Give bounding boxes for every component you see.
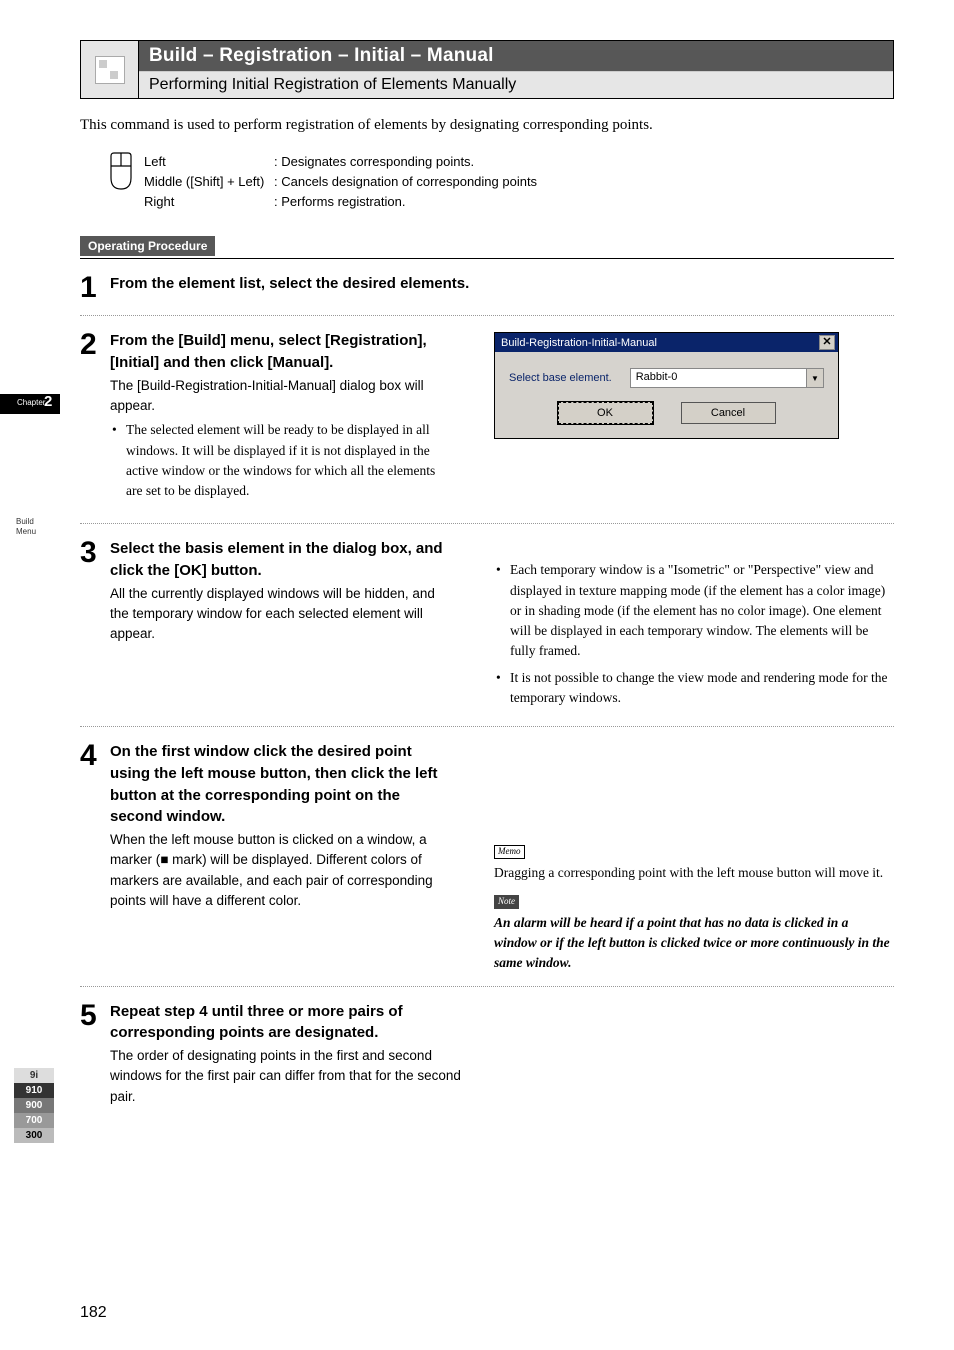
series-700: 700 bbox=[14, 1113, 54, 1128]
step-2-number: 2 bbox=[80, 330, 110, 501]
close-icon[interactable]: ✕ bbox=[819, 335, 835, 350]
header-icon bbox=[81, 41, 139, 98]
intro-text: This command is used to perform registra… bbox=[80, 117, 894, 134]
chevron-down-icon[interactable]: ▼ bbox=[806, 369, 823, 387]
step-2-title: From the [Build] menu, select [Registrat… bbox=[110, 330, 450, 374]
step-1-title: From the element list, select the desire… bbox=[110, 273, 480, 295]
mouse-left-desc: : Designates corresponding points. bbox=[274, 152, 474, 172]
series-910: 910 bbox=[14, 1083, 54, 1098]
mouse-middle-desc: : Cancels designation of corresponding p… bbox=[274, 172, 537, 192]
ok-button[interactable]: OK bbox=[558, 402, 653, 424]
mouse-right-desc: : Performs registration. bbox=[274, 192, 406, 212]
step-2: 2 From the [Build] menu, select [Registr… bbox=[80, 330, 450, 501]
step-2-bullet: The selected element will be ready to be… bbox=[110, 420, 450, 501]
step-3-number: 3 bbox=[80, 538, 110, 644]
page-number: 182 bbox=[80, 1304, 107, 1322]
divider bbox=[80, 258, 894, 259]
series-9i: 9i bbox=[14, 1068, 54, 1083]
step-4: 4 On the first window click the desired … bbox=[80, 741, 450, 911]
dotted-divider bbox=[80, 315, 894, 316]
memo-text: Dragging a corresponding point with the … bbox=[494, 863, 894, 883]
header-title: Build – Registration – Initial – Manual bbox=[139, 41, 893, 71]
step-3-right-bullet-1: Each temporary window is a "Isometric" o… bbox=[494, 560, 894, 661]
sidebar-build: Build bbox=[16, 517, 36, 527]
build-menu-label: Build Menu bbox=[16, 517, 36, 536]
header-subtitle: Performing Initial Registration of Eleme… bbox=[139, 71, 893, 98]
step-4-number: 4 bbox=[80, 741, 110, 911]
mouse-icon bbox=[108, 152, 144, 212]
sidebar-menu: Menu bbox=[16, 527, 36, 537]
step-5: 5 Repeat step 4 until three or more pair… bbox=[80, 1001, 894, 1107]
series-300: 300 bbox=[14, 1128, 54, 1143]
series-tabs: 9i 910 900 700 300 bbox=[14, 1068, 54, 1143]
mouse-left-label: Left bbox=[144, 152, 274, 172]
chapter-number: 2 bbox=[44, 393, 52, 410]
mouse-mapping: Left : Designates corresponding points. … bbox=[108, 152, 894, 212]
series-900: 900 bbox=[14, 1098, 54, 1113]
dialog-title: Build-Registration-Initial-Manual bbox=[501, 337, 657, 349]
note-text: An alarm will be heard if a point that h… bbox=[494, 913, 894, 974]
step-3: 3 Select the basis element in the dialog… bbox=[80, 538, 450, 644]
dotted-divider bbox=[80, 986, 894, 987]
step-1-number: 1 bbox=[80, 273, 110, 303]
step-1: 1 From the element list, select the desi… bbox=[80, 273, 894, 303]
operating-procedure-label: Operating Procedure bbox=[80, 236, 215, 256]
mouse-right-label: Right bbox=[144, 192, 274, 212]
step-3-right-bullet-2: It is not possible to change the view mo… bbox=[494, 668, 894, 709]
step-3-title: Select the basis element in the dialog b… bbox=[110, 538, 450, 582]
dotted-divider bbox=[80, 523, 894, 524]
cancel-button[interactable]: Cancel bbox=[681, 402, 776, 424]
step-5-number: 5 bbox=[80, 1001, 110, 1107]
step-4-title: On the first window click the desired po… bbox=[110, 741, 450, 828]
dotted-divider bbox=[80, 726, 894, 727]
mouse-middle-label: Middle ([Shift] + Left) bbox=[144, 172, 274, 192]
chapter-prefix: Chapter bbox=[17, 398, 45, 407]
note-tag: Note bbox=[494, 895, 519, 909]
base-element-value: Rabbit-0 bbox=[631, 369, 806, 387]
step-2-body: The [Build-Registration-Initial-Manual] … bbox=[110, 376, 450, 417]
step-3-body: All the currently displayed windows will… bbox=[110, 584, 450, 645]
base-element-select[interactable]: Rabbit-0 ▼ bbox=[630, 368, 824, 388]
step-5-body: The order of designating points in the f… bbox=[110, 1046, 480, 1107]
memo-tag: Memo bbox=[494, 845, 525, 859]
step-4-body: When the left mouse button is clicked on… bbox=[110, 830, 450, 911]
step-5-title: Repeat step 4 until three or more pairs … bbox=[110, 1001, 480, 1045]
dialog-box: Build-Registration-Initial-Manual ✕ Sele… bbox=[494, 332, 839, 439]
dialog-label: Select base element. bbox=[509, 372, 612, 384]
header-block: Build – Registration – Initial – Manual … bbox=[80, 40, 894, 99]
